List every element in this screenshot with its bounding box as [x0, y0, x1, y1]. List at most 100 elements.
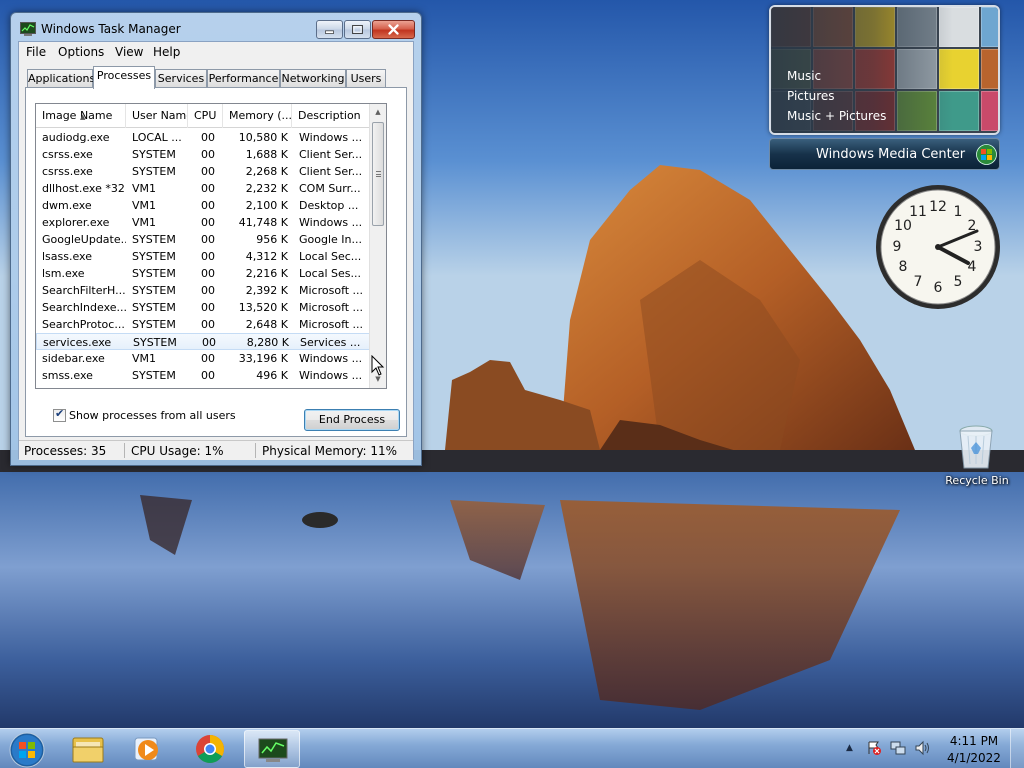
action-center-icon[interactable]	[866, 740, 882, 756]
menu-view[interactable]: View	[115, 45, 143, 59]
taskbar-chrome-button[interactable]	[182, 730, 238, 768]
clock-gadget[interactable]: 12 1 2 3 4 5 6 7 8 9 10 11	[874, 183, 1002, 311]
taskbar: ▲ 4:11 PM 4/1/2022	[0, 728, 1024, 768]
table-row[interactable]: services.exe SYSTEM 00 8,280 K Services ...	[36, 333, 371, 350]
cell-memory: 2,100 K	[245, 199, 288, 212]
table-row[interactable]: lsm.exe SYSTEM 00 2,216 K Local Ses...	[36, 265, 371, 282]
process-list[interactable]: Image Name ▲ User Name CPU Memory (... D…	[35, 103, 387, 389]
tab-strip: Applications Processes Services Performa…	[27, 66, 407, 89]
cell-cpu: 00	[201, 318, 215, 331]
taskbar-date[interactable]: 4/1/2022	[944, 751, 1004, 765]
sort-ascending-icon: ▲	[80, 113, 86, 121]
tab-users[interactable]: Users	[346, 69, 386, 88]
tab-processes[interactable]: Processes	[93, 66, 155, 89]
task-manager-icon	[258, 738, 288, 762]
cell-memory: 2,392 K	[245, 284, 288, 297]
tab-performance[interactable]: Performance	[207, 69, 280, 88]
cell-cpu: 00	[201, 131, 215, 144]
column-user-name[interactable]: User Name	[126, 104, 188, 128]
status-divider	[255, 443, 256, 458]
media-center-launch-bar[interactable]: Windows Media Center	[769, 138, 1000, 170]
checkbox-box[interactable]: ✔	[53, 407, 66, 422]
table-row[interactable]: SearchProtoc... SYSTEM 00 2,648 K Microsoft …	[36, 316, 371, 333]
cell-image-name: SearchIndexe...	[42, 301, 126, 314]
volume-icon[interactable]	[914, 740, 930, 756]
table-row[interactable]: smss.exe SYSTEM 00 496 K Windows ...	[36, 367, 371, 384]
svg-text:7: 7	[914, 274, 923, 290]
table-row[interactable]: SearchIndexe... SYSTEM 00 13,520 K Microsoft…	[36, 299, 371, 316]
cell-cpu: 00	[201, 216, 215, 229]
cell-cpu: 00	[201, 250, 215, 263]
table-row[interactable]: lsass.exe SYSTEM 00 4,312 K Local Sec...	[36, 248, 371, 265]
show-desktop-button[interactable]	[1010, 729, 1024, 768]
table-row[interactable]: sidebar.exe VM1 00 33,196 K Windows ...	[36, 350, 371, 367]
vertical-scrollbar[interactable]: ▲ ▼	[369, 104, 386, 388]
minimize-button[interactable]	[316, 20, 343, 39]
table-row[interactable]: csrss.exe SYSTEM 00 1,688 K Client Ser...	[36, 146, 371, 163]
cell-description: Desktop ...	[299, 199, 359, 212]
column-cpu[interactable]: CPU	[188, 104, 223, 128]
close-button[interactable]	[372, 20, 415, 39]
recycle-bin-label: Recycle Bin	[945, 474, 1009, 487]
scroll-thumb[interactable]	[372, 122, 384, 226]
file-explorer-icon	[72, 737, 104, 763]
status-physical-memory: Physical Memory: 11%	[262, 444, 398, 458]
column-memory[interactable]: Memory (...	[223, 104, 292, 128]
media-link-music[interactable]: Music	[787, 69, 821, 83]
media-center-gadget[interactable]: Music Pictures Music + Pictures	[769, 5, 1000, 135]
tab-networking[interactable]: Networking	[280, 69, 346, 88]
svg-text:11: 11	[909, 204, 927, 220]
table-row[interactable]: audiodg.exe LOCAL ... 00 10,580 K Windows ..…	[36, 129, 371, 146]
cell-image-name: services.exe	[43, 336, 112, 349]
taskbar-task-manager-button[interactable]	[244, 730, 300, 768]
show-hidden-icons-icon[interactable]: ▲	[846, 743, 853, 753]
cell-description: Windows ...	[299, 216, 363, 229]
table-row[interactable]: SearchFilterH... SYSTEM 00 2,392 K Microsoft…	[36, 282, 371, 299]
recycle-bin-icon	[959, 425, 993, 469]
tab-applications[interactable]: Applications	[27, 69, 95, 88]
menu-help[interactable]: Help	[153, 45, 180, 59]
cell-user-name: SYSTEM	[132, 267, 176, 280]
media-center-label: Windows Media Center	[816, 147, 966, 162]
svg-text:5: 5	[954, 274, 963, 290]
cell-cpu: 00	[201, 233, 215, 246]
end-process-button[interactable]: End Process	[304, 409, 400, 431]
taskbar-time[interactable]: 4:11 PM	[944, 734, 1004, 748]
cell-description: Local Sec...	[299, 250, 362, 263]
table-row[interactable]: GoogleUpdate... SYSTEM 00 956 K Google In...	[36, 231, 371, 248]
cell-image-name: audiodg.exe	[42, 131, 110, 144]
column-image-name[interactable]: Image Name ▲	[36, 104, 126, 128]
cell-memory: 8,280 K	[246, 336, 289, 349]
table-row[interactable]: csrss.exe SYSTEM 00 2,268 K Client Ser...	[36, 163, 371, 180]
status-cpu-usage: CPU Usage: 1%	[131, 444, 224, 458]
start-button[interactable]	[8, 731, 46, 768]
menu-file[interactable]: File	[26, 45, 46, 59]
window-title: Windows Task Manager	[41, 22, 181, 36]
recycle-bin-shortcut[interactable]: Recycle Bin	[942, 422, 1009, 492]
svg-text:1: 1	[954, 204, 963, 220]
cell-cpu: 00	[201, 301, 215, 314]
cell-description: Microsoft ...	[299, 301, 364, 314]
menu-options[interactable]: Options	[58, 45, 104, 59]
media-link-music-pictures[interactable]: Music + Pictures	[787, 109, 886, 123]
taskbar-media-player-button[interactable]	[120, 730, 176, 768]
cell-description: Google In...	[299, 233, 362, 246]
grip-icon	[376, 171, 381, 177]
table-row[interactable]: dllhost.exe *32 VM1 00 2,232 K COM Surr...	[36, 180, 371, 197]
cell-description: Client Ser...	[299, 165, 363, 178]
network-icon[interactable]	[890, 740, 906, 756]
cell-memory: 956 K	[256, 233, 288, 246]
status-bar: Processes: 35 CPU Usage: 1% Physical Mem…	[19, 440, 413, 460]
tab-services[interactable]: Services	[155, 69, 207, 88]
taskbar-explorer-button[interactable]	[60, 730, 116, 768]
cell-cpu: 00	[201, 369, 215, 382]
cell-cpu: 00	[201, 199, 215, 212]
table-row[interactable]: dwm.exe VM1 00 2,100 K Desktop ...	[36, 197, 371, 214]
cell-user-name: SYSTEM	[132, 148, 176, 161]
cell-user-name: VM1	[132, 182, 157, 195]
maximize-button[interactable]	[344, 20, 371, 39]
column-description[interactable]: Description	[292, 104, 371, 128]
scroll-up-arrow-icon[interactable]: ▲	[370, 104, 386, 121]
table-row[interactable]: explorer.exe VM1 00 41,748 K Windows ...	[36, 214, 371, 231]
media-link-pictures[interactable]: Pictures	[787, 89, 835, 103]
